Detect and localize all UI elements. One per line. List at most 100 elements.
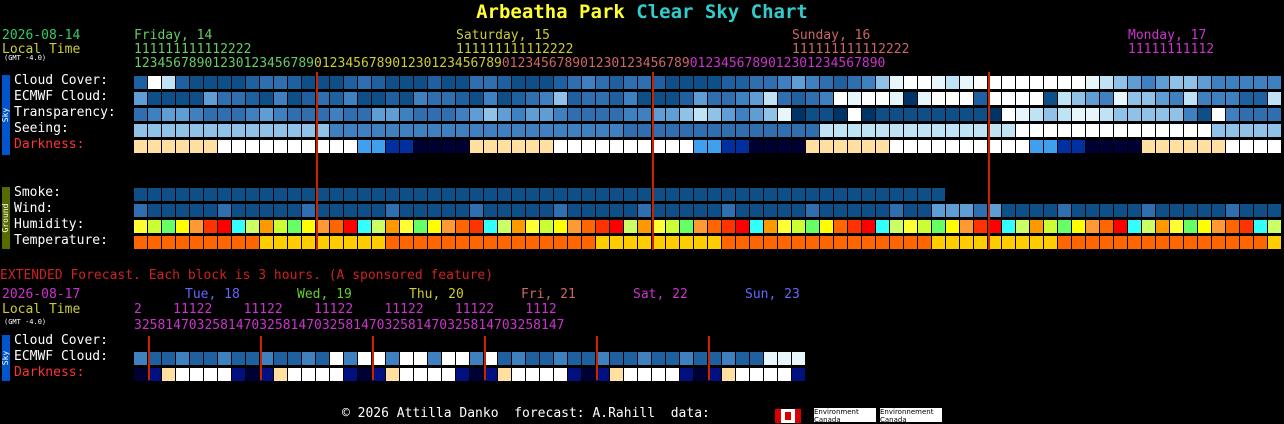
darkness-cell: [470, 140, 483, 153]
seeing-cell: [470, 124, 483, 137]
ext-darkness-cell: [778, 368, 791, 381]
darkness-cell: [162, 140, 175, 153]
ecmwf-cell: [274, 92, 287, 105]
ext-darkness-cell: [134, 368, 147, 381]
wind-cell: [134, 204, 147, 217]
ecmwf-cell: [946, 92, 959, 105]
humidity-cell: [764, 220, 777, 233]
humidity-cell: [750, 220, 763, 233]
temperature-cell: [1198, 236, 1211, 249]
cloud-cell: [750, 76, 763, 89]
ext-darkness-cell: [484, 368, 497, 381]
ecmwf-cell: [134, 92, 147, 105]
extended-sky-tab[interactable]: Sky: [1, 335, 10, 381]
forecast-grid[interactable]: [0, 0, 1284, 260]
seeing-cell: [1184, 124, 1197, 137]
temperature-cell: [1226, 236, 1239, 249]
humidity-cell: [582, 220, 595, 233]
cloud-cell: [792, 76, 805, 89]
cloud-cell: [1114, 76, 1127, 89]
humidity-cell: [400, 220, 413, 233]
ecmwf-cell: [1072, 92, 1085, 105]
humidity-cell: [260, 220, 273, 233]
transparency-cell: [1254, 108, 1267, 121]
cloud-cell: [330, 76, 343, 89]
ext-ecmwf-cell: [498, 352, 511, 365]
humidity-cell: [330, 220, 343, 233]
ext-darkness-cell: [176, 368, 189, 381]
darkness-cell: [1170, 140, 1183, 153]
seeing-cell: [246, 124, 259, 137]
ecmwf-cell: [554, 92, 567, 105]
ext-ecmwf-cell: [764, 352, 777, 365]
darkness-cell: [820, 140, 833, 153]
temperature-cell: [862, 236, 875, 249]
ecmwf-cell: [876, 92, 889, 105]
ext-darkness-cell: [400, 368, 413, 381]
cloud-cell: [1016, 76, 1029, 89]
temperature-cell: [456, 236, 469, 249]
humidity-cell: [512, 220, 525, 233]
darkness-cell: [960, 140, 973, 153]
wind-cell: [862, 204, 875, 217]
ext-darkness-cell: [554, 368, 567, 381]
wind-cell: [330, 204, 343, 217]
temperature-cell: [554, 236, 567, 249]
ecmwf-cell: [428, 92, 441, 105]
seeing-cell: [960, 124, 973, 137]
seeing-cell: [442, 124, 455, 137]
ecmwf-cell: [638, 92, 651, 105]
temperature-cell: [918, 236, 931, 249]
ext-darkness-cell: [260, 368, 273, 381]
cloud-cell: [134, 76, 147, 89]
transparency-cell: [1016, 108, 1029, 121]
ext-darkness-cell: [162, 368, 175, 381]
wind-cell: [484, 204, 497, 217]
cloud-cell: [694, 76, 707, 89]
seeing-cell: [890, 124, 903, 137]
seeing-cell: [414, 124, 427, 137]
temperature-cell: [1184, 236, 1197, 249]
humidity-cell: [1198, 220, 1211, 233]
seeing-cell: [400, 124, 413, 137]
ext-darkness-cell: [148, 368, 161, 381]
darkness-cell: [1184, 140, 1197, 153]
seeing-cell: [1086, 124, 1099, 137]
ext-ecmwf-cell: [736, 352, 749, 365]
ext-darkness-cell: [764, 368, 777, 381]
wind-cell: [1030, 204, 1043, 217]
seeing-cell: [288, 124, 301, 137]
ext-ecmwf-cell: [764, 352, 777, 365]
wind-cell: [624, 204, 637, 217]
seeing-cell: [1128, 124, 1141, 137]
ecmwf-cell: [372, 92, 385, 105]
cloud-cell: [288, 76, 301, 89]
ecmwf-cell: [890, 92, 903, 105]
smoke-cell: [666, 188, 679, 201]
seeing-cell: [610, 124, 623, 137]
ecmwf-cell: [568, 92, 581, 105]
cloud-cell: [1086, 76, 1099, 89]
ext-darkness-cell: [442, 368, 455, 381]
temperature-cell: [274, 236, 287, 249]
transparency-cell: [778, 108, 791, 121]
darkness-cell: [764, 140, 777, 153]
darkness-cell: [246, 140, 259, 153]
smoke-cell: [624, 188, 637, 201]
smoke-cell: [610, 188, 623, 201]
ext-darkness-cell: [386, 368, 399, 381]
ext-darkness-cell: [750, 368, 763, 381]
transparency-cell: [1198, 108, 1211, 121]
seeing-cell: [498, 124, 511, 137]
ext-ecmwf-cell: [260, 352, 273, 365]
wind-cell: [372, 204, 385, 217]
ecmwf-cell: [330, 92, 343, 105]
wind-cell: [680, 204, 693, 217]
darkness-cell: [1072, 140, 1085, 153]
transparency-cell: [610, 108, 623, 121]
seeing-cell: [974, 124, 987, 137]
humidity-cell: [1142, 220, 1155, 233]
humidity-cell: [176, 220, 189, 233]
seeing-cell: [624, 124, 637, 137]
smoke-cell: [358, 188, 371, 201]
